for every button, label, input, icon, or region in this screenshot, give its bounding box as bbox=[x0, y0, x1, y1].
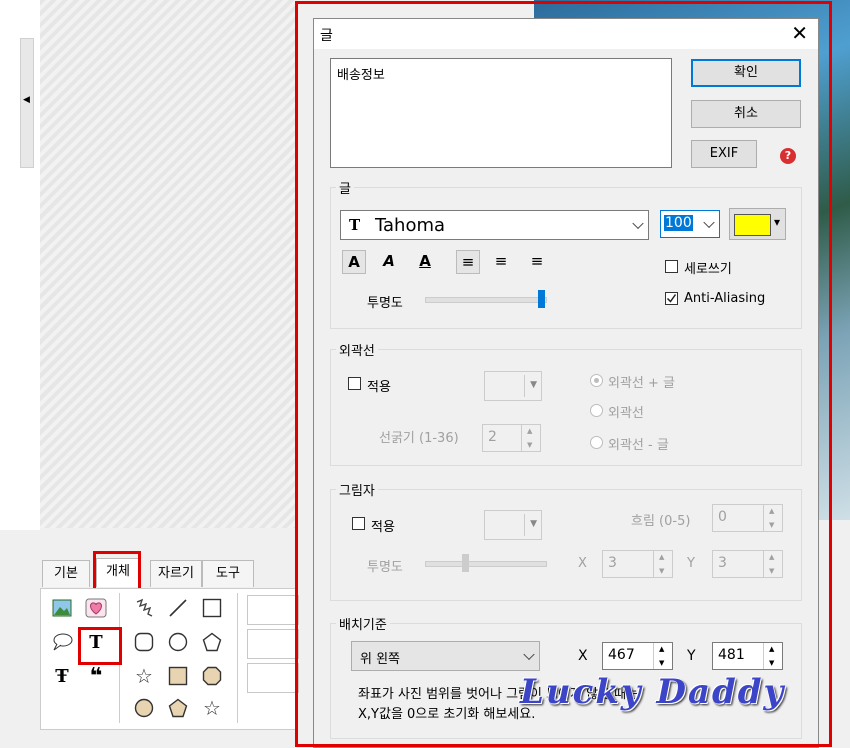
size-field[interactable] bbox=[247, 663, 299, 693]
style-field[interactable] bbox=[247, 629, 299, 659]
filled-circle-icon[interactable] bbox=[131, 695, 157, 721]
panel-collapse-handle[interactable]: ◀ bbox=[20, 38, 34, 168]
line-icon[interactable] bbox=[165, 595, 191, 621]
freehand-icon[interactable] bbox=[131, 595, 157, 621]
dialog-highlight bbox=[295, 1, 832, 747]
tab-basic[interactable]: 기본 bbox=[42, 560, 90, 587]
heart-sticker-icon[interactable] bbox=[83, 595, 109, 621]
speech-bubble-icon[interactable] bbox=[49, 629, 75, 655]
pentagon-icon[interactable] bbox=[199, 629, 225, 655]
tab-crop[interactable]: 자르기 bbox=[150, 560, 202, 587]
filled-square-icon[interactable] bbox=[165, 663, 191, 689]
text-tool-highlight bbox=[78, 627, 122, 665]
rectangle-icon[interactable] bbox=[199, 595, 225, 621]
color-swatch-field[interactable] bbox=[247, 595, 299, 625]
left-panel-lower bbox=[0, 190, 40, 530]
star-outline-icon[interactable]: ☆ bbox=[131, 663, 157, 689]
star-icon[interactable]: ☆ bbox=[199, 695, 225, 721]
canvas-area bbox=[40, 0, 296, 528]
filled-octagon-icon[interactable] bbox=[199, 663, 225, 689]
text-style-icon[interactable]: Ŧ bbox=[49, 663, 75, 689]
object-tab-highlight bbox=[93, 551, 141, 593]
watermark-text: Lucky Daddy bbox=[520, 672, 786, 712]
divider bbox=[237, 593, 238, 723]
rounded-rectangle-icon[interactable] bbox=[131, 629, 157, 655]
filled-pentagon-icon[interactable] bbox=[165, 695, 191, 721]
quote-icon[interactable]: ❝ bbox=[83, 663, 109, 689]
image-insert-icon[interactable] bbox=[49, 595, 75, 621]
tab-tools[interactable]: 도구 bbox=[202, 560, 254, 587]
chevron-left-icon: ◀ bbox=[23, 95, 30, 105]
circle-icon[interactable] bbox=[165, 629, 191, 655]
